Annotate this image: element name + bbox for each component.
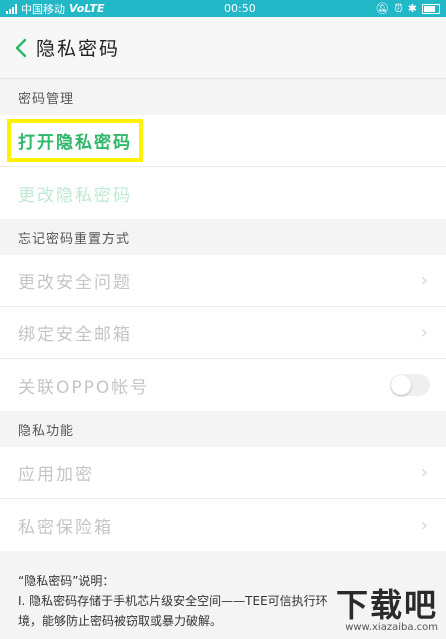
chevron-left-icon [15,38,27,57]
link-oppo-account-toggle[interactable] [390,374,430,396]
app-encryption-row[interactable]: 应用加密 › [0,447,446,499]
change-privacy-password-row[interactable]: 更改隐私密码 [0,167,446,219]
watermark: 下载吧 www.xiazaiba.com [336,588,438,633]
title-bar: 隐私密码 [0,17,446,79]
open-privacy-password-row[interactable]: 打开隐私密码 [0,115,446,167]
page-title: 隐私密码 [36,38,121,60]
section-header-privacy-features: 隐私功能 [18,424,75,439]
bind-security-email-row[interactable]: 绑定安全邮箱 › [0,307,446,359]
change-privacy-password-label: 更改隐私密码 [18,185,132,206]
change-security-question-label: 更改安全问题 [18,273,132,293]
clock: 00:50 [224,2,256,15]
back-button[interactable] [10,37,32,59]
signal-icon [6,3,17,14]
private-safe-label: 私密保险箱 [18,517,113,538]
section-header-password-management: 密码管理 [18,92,75,107]
chevron-right-icon: › [420,270,430,291]
watermark-brand: 下载吧 [335,586,438,624]
chevron-right-icon: › [420,462,430,483]
link-oppo-account-row[interactable]: 关联OPPO帐号 [0,359,446,411]
open-privacy-password-label: 打开隐私密码 [7,119,143,162]
chevron-right-icon: › [420,514,430,536]
status-bar: 中国移动 VoLTE 00:50 🔕︎ ⏰︎ ✱ [0,0,446,17]
link-oppo-account-label: 关联OPPO帐号 [18,377,150,398]
chevron-right-icon: › [420,322,430,343]
carrier-name: 中国移动 [21,2,65,16]
bind-security-email-label: 绑定安全邮箱 [18,325,132,345]
watermark-url: www.xiazaiba.com [345,622,438,633]
private-safe-row[interactable]: 私密保险箱 › [0,499,446,551]
change-security-question-row[interactable]: 更改安全问题 › [0,255,446,307]
battery-icon [422,3,440,14]
alarm-icon: ⏰︎ [394,1,403,15]
bluetooth-icon: ✱ [407,2,417,15]
mute-bell-icon: 🔕︎ [375,2,390,15]
section-password-management: 打开隐私密码 更改隐私密码 [0,115,446,219]
section-reset-method: 更改安全问题 › 绑定安全邮箱 › 关联OPPO帐号 [0,255,446,411]
network-type: VoLTE [69,2,105,15]
app-encryption-label: 应用加密 [18,465,94,485]
toggle-knob [391,375,411,395]
section-header-reset-method: 忘记密码重置方式 [18,232,131,247]
section-privacy-features: 应用加密 › 私密保险箱 › [0,447,446,551]
